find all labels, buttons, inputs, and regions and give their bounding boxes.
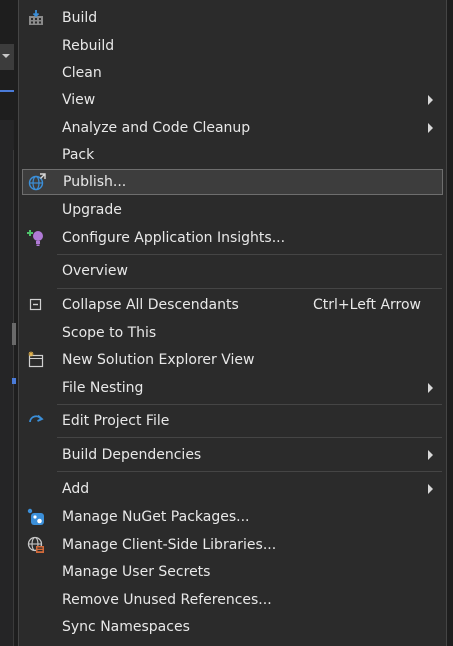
panel-divider xyxy=(13,150,14,646)
menu-item-configure-application-insights[interactable]: Configure Application Insights... xyxy=(22,225,443,251)
menu-item-publish[interactable]: Publish... xyxy=(22,169,443,195)
submenu-arrow-icon xyxy=(428,484,433,494)
menu-item-label: Rebuild xyxy=(62,38,115,54)
keyboard-shortcut: Ctrl+Left Arrow xyxy=(313,297,421,313)
menu-item-analyze-and-code-cleanup[interactable]: Analyze and Code Cleanup xyxy=(22,115,443,141)
menu-item-label: New Solution Explorer View xyxy=(62,352,255,368)
menu-separator xyxy=(57,437,442,438)
menu-item-manage-user-secrets[interactable]: Manage User Secrets xyxy=(22,559,443,585)
menu-separator xyxy=(57,471,442,472)
menu-separator xyxy=(57,254,442,255)
menu-item-label: Remove Unused References... xyxy=(62,592,272,608)
menu-item-build-dependencies[interactable]: Build Dependencies xyxy=(22,442,443,468)
publish-globe-icon xyxy=(28,173,46,191)
menu-item-label: Upgrade xyxy=(62,202,122,218)
context-menu: Build Rebuild Clean View Analyze and Cod… xyxy=(18,0,447,646)
menu-item-scope-to-this[interactable]: Scope to This xyxy=(22,320,443,346)
client-side-libraries-icon xyxy=(27,536,45,554)
menu-item-label: Publish... xyxy=(63,174,127,190)
menu-item-rebuild[interactable]: Rebuild xyxy=(22,33,443,59)
menu-item-file-nesting[interactable]: File Nesting xyxy=(22,375,443,401)
menu-item-manage-nuget-packages[interactable]: Manage NuGet Packages... xyxy=(22,504,443,530)
menu-item-build[interactable]: Build xyxy=(22,5,443,31)
menu-item-label: Manage User Secrets xyxy=(62,564,211,580)
chevron-down-icon xyxy=(2,54,10,58)
submenu-arrow-icon xyxy=(428,383,433,393)
menu-item-label: Pack xyxy=(62,147,95,163)
new-solution-explorer-view-icon xyxy=(27,351,45,369)
menu-item-edit-project-file[interactable]: Edit Project File xyxy=(22,408,443,434)
application-insights-icon xyxy=(27,229,45,247)
menu-separator xyxy=(57,404,442,405)
menu-separator xyxy=(57,288,442,289)
menu-item-label: Analyze and Code Cleanup xyxy=(62,120,251,136)
menu-item-add[interactable]: Add xyxy=(22,476,443,502)
menu-item-label: Overview xyxy=(62,263,128,279)
menu-item-remove-unused-references[interactable]: Remove Unused References... xyxy=(22,587,443,613)
menu-item-label: Build xyxy=(62,10,98,26)
menu-item-label: Edit Project File xyxy=(62,413,170,429)
menu-item-view[interactable]: View xyxy=(22,87,443,113)
edit-project-file-icon xyxy=(27,412,45,430)
menu-item-label: Scope to This xyxy=(62,325,157,341)
menu-item-clean[interactable]: Clean xyxy=(22,60,443,86)
nuget-icon xyxy=(27,508,45,526)
menu-item-label: View xyxy=(62,92,96,108)
menu-item-upgrade[interactable]: Upgrade xyxy=(22,197,443,223)
menu-item-label: Add xyxy=(62,481,90,497)
menu-item-label: File Nesting xyxy=(62,380,144,396)
menu-item-label: Collapse All Descendants xyxy=(62,297,239,313)
menu-item-manage-client-side-libraries[interactable]: Manage Client-Side Libraries... xyxy=(22,532,443,558)
menu-item-label: Clean xyxy=(62,65,102,81)
collapse-all-icon xyxy=(27,296,45,314)
menu-item-label: Manage Client-Side Libraries... xyxy=(62,537,277,553)
submenu-arrow-icon xyxy=(428,450,433,460)
selection-marker xyxy=(12,378,16,384)
build-icon xyxy=(27,9,45,27)
scrollbar-thumb[interactable] xyxy=(12,323,16,345)
menu-item-sync-namespaces[interactable]: Sync Namespaces xyxy=(22,614,443,640)
menu-item-label: Configure Application Insights... xyxy=(62,230,286,246)
submenu-arrow-icon xyxy=(428,123,433,133)
active-tab-indicator xyxy=(0,90,14,92)
menu-item-label: Manage NuGet Packages... xyxy=(62,509,250,525)
menu-item-overview[interactable]: Overview xyxy=(22,258,443,284)
menu-item-collapse-all-descendants[interactable]: Collapse All Descendants Ctrl+Left Arrow xyxy=(22,292,443,318)
menu-item-label: Sync Namespaces xyxy=(62,619,190,635)
menu-item-pack[interactable]: Pack xyxy=(22,142,443,168)
menu-item-label: Build Dependencies xyxy=(62,447,202,463)
menu-item-new-solution-explorer-view[interactable]: New Solution Explorer View xyxy=(22,347,443,373)
submenu-arrow-icon xyxy=(428,95,433,105)
